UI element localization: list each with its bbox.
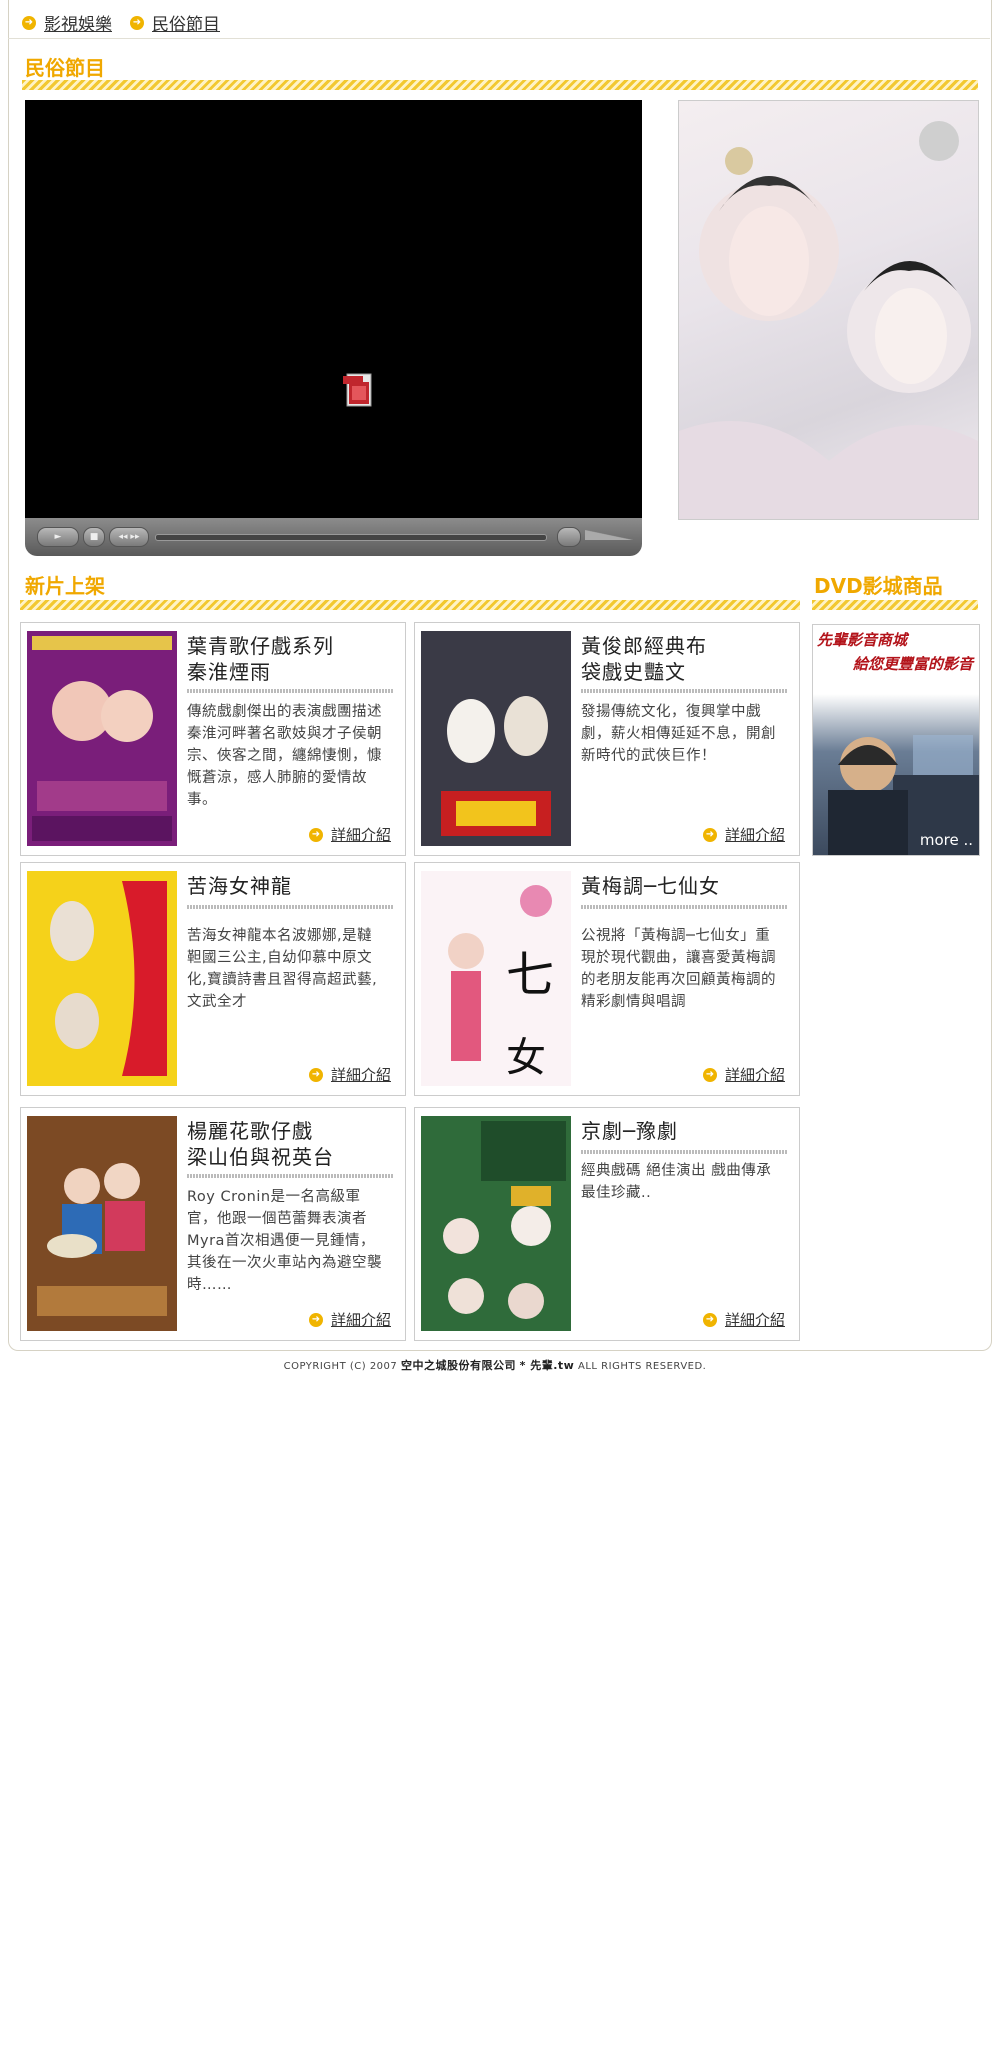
card-divider	[581, 689, 787, 693]
breadcrumb-folk-programs[interactable]: ➜ 民俗節目	[130, 10, 220, 35]
card-title[interactable]: 葉青歌仔戲系列 秦淮煙雨	[187, 633, 387, 685]
details-link[interactable]: ➜ 詳細介紹	[308, 824, 391, 845]
arrow-right-icon: ➜	[130, 15, 144, 30]
copyright-suffix: ALL RIGHTS RESERVED.	[578, 1361, 707, 1372]
details-label[interactable]: 詳細介紹	[331, 1064, 391, 1085]
cover-image[interactable]	[27, 1116, 177, 1331]
seek-bar[interactable]	[155, 534, 547, 541]
cover-image[interactable]	[421, 1116, 571, 1331]
cover-image[interactable]	[421, 631, 571, 846]
card-divider	[581, 905, 787, 909]
details-link[interactable]: ➜ 詳細介紹	[702, 824, 785, 845]
volume-slider[interactable]	[585, 530, 633, 540]
card-description: 公視將「黃梅調─七仙女」重現於現代觀曲，讓喜愛黃梅調的老朋友能再次回顧黃梅調的精…	[581, 928, 776, 1010]
card-description: 發揚傳統文化，復興掌中戲劇，薪火相傳延延不息，開創新時代的武俠巨作！	[581, 704, 776, 764]
product-card: 七 女 黃梅調─七仙女 公視將「黃梅調─七仙女」重現於現代觀曲，讓喜愛黃梅調的老…	[414, 862, 800, 1096]
product-card: 苦海女神龍 苦海女神龍本名波娜娜,是韃靼國三公主,自幼仰慕中原文化,寶讀詩書且習…	[20, 862, 406, 1096]
copyright-prefix: COPYRIGHT (C) 2007	[283, 1361, 398, 1372]
card-description: 經典戲碼 絕佳演出 戲曲傳承 最佳珍藏..	[581, 1163, 772, 1201]
cover-image[interactable]	[27, 871, 177, 1086]
arrow-right-icon: ➜	[22, 15, 36, 30]
card-divider	[187, 905, 393, 909]
dvd-banner-line1: 先輩影音商城	[817, 631, 908, 649]
details-label[interactable]: 詳細介紹	[725, 1064, 785, 1085]
breadcrumb-label[interactable]: 民俗節目	[152, 10, 220, 35]
product-card: 楊麗花歌仔戲 梁山伯與祝英台 Roy Cronin是一名高級軍官，他跟一個芭蕾舞…	[20, 1107, 406, 1341]
details-label[interactable]: 詳細介紹	[725, 1309, 785, 1330]
details-label[interactable]: 詳細介紹	[725, 824, 785, 845]
volume-icon[interactable]	[557, 527, 581, 547]
card-title[interactable]: 黃俊郎經典布 袋戲史豔文	[581, 633, 781, 685]
play-button[interactable]: ►	[37, 527, 79, 547]
cover-image[interactable]: 七 女	[421, 871, 571, 1086]
card-divider	[581, 1150, 787, 1154]
section-title: 民俗節目	[25, 56, 105, 80]
title-stripe	[22, 80, 978, 90]
stop-button[interactable]: ■	[83, 527, 105, 547]
product-card: 黃俊郎經典布 袋戲史豔文 發揚傳統文化，復興掌中戲劇，薪火相傳延延不息，開創新時…	[414, 622, 800, 856]
copyright-brand: * 先輩.tw	[519, 1359, 575, 1372]
new-releases-stripe	[20, 600, 800, 610]
card-description: Roy Cronin是一名高級軍官，他跟一個芭蕾舞表演者Myra首次相遇便一見鍾…	[187, 1189, 382, 1293]
details-label[interactable]: 詳細介紹	[331, 1309, 391, 1330]
card-title[interactable]: 苦海女神龍	[187, 873, 387, 899]
seek-buttons[interactable]: ◂◂ ▸▸	[109, 527, 149, 547]
arrow-right-icon: ➜	[702, 827, 717, 842]
opera-poster-image	[678, 100, 979, 520]
details-link[interactable]: ➜ 詳細介紹	[308, 1064, 391, 1085]
card-description: 傳統戲劇傑出的表演戲團描述秦淮河畔著名歌妓與才子侯朝宗、俠客之間，纏綿悽惻，慷慨…	[187, 704, 382, 808]
product-card: 京劇─豫劇 經典戲碼 絕佳演出 戲曲傳承 最佳珍藏.. ➜ 詳細介紹	[414, 1107, 800, 1341]
svg-text:女: 女	[506, 1035, 546, 1081]
copyright: COPYRIGHT (C) 2007 空中之城股份有限公司 * 先輩.tw AL…	[0, 1357, 990, 1373]
dvd-more-link[interactable]: more ..	[920, 831, 973, 849]
details-link[interactable]: ➜ 詳細介紹	[702, 1309, 785, 1330]
card-description: 苦海女神龍本名波娜娜,是韃靼國三公主,自幼仰慕中原文化,寶讀詩書且習得高超武藝,…	[187, 928, 378, 1010]
arrow-right-icon: ➜	[702, 1067, 717, 1082]
svg-text:七: 七	[506, 947, 554, 1003]
arrow-right-icon: ➜	[308, 1312, 323, 1327]
details-link[interactable]: ➜ 詳細介紹	[702, 1064, 785, 1085]
copyright-company: 空中之城股份有限公司	[400, 1359, 516, 1372]
arrow-right-icon: ➜	[308, 1067, 323, 1082]
cover-image[interactable]	[27, 631, 177, 846]
dvd-banner-line2: 給您更豐富的影音	[852, 655, 973, 673]
breadcrumb-label[interactable]: 影視娛樂	[44, 10, 112, 35]
card-title[interactable]: 京劇─豫劇	[581, 1118, 781, 1144]
new-releases-title: 新片上架	[25, 574, 105, 598]
arrow-right-icon: ➜	[308, 827, 323, 842]
dvd-title: DVD影城商品	[814, 574, 943, 598]
product-card: 葉青歌仔戲系列 秦淮煙雨 傳統戲劇傑出的表演戲團描述秦淮河畔著名歌妓與才子侯朝宗…	[20, 622, 406, 856]
player-controls: ► ■ ◂◂ ▸▸	[25, 518, 642, 556]
flv-file-icon	[343, 373, 372, 407]
arrow-right-icon: ➜	[702, 1312, 717, 1327]
card-title[interactable]: 黃梅調─七仙女	[581, 873, 781, 899]
card-divider	[187, 1174, 393, 1178]
dvd-banner[interactable]: 先輩影音商城 給您更豐富的影音 more ..	[812, 624, 980, 856]
card-title[interactable]: 楊麗花歌仔戲 梁山伯與祝英台	[187, 1118, 387, 1170]
details-label[interactable]: 詳細介紹	[331, 824, 391, 845]
video-player[interactable]	[25, 100, 642, 518]
dvd-stripe	[812, 600, 978, 610]
details-link[interactable]: ➜ 詳細介紹	[308, 1309, 391, 1330]
breadcrumb-entertainment[interactable]: ➜ 影視娛樂	[22, 10, 112, 35]
card-divider	[187, 689, 393, 693]
